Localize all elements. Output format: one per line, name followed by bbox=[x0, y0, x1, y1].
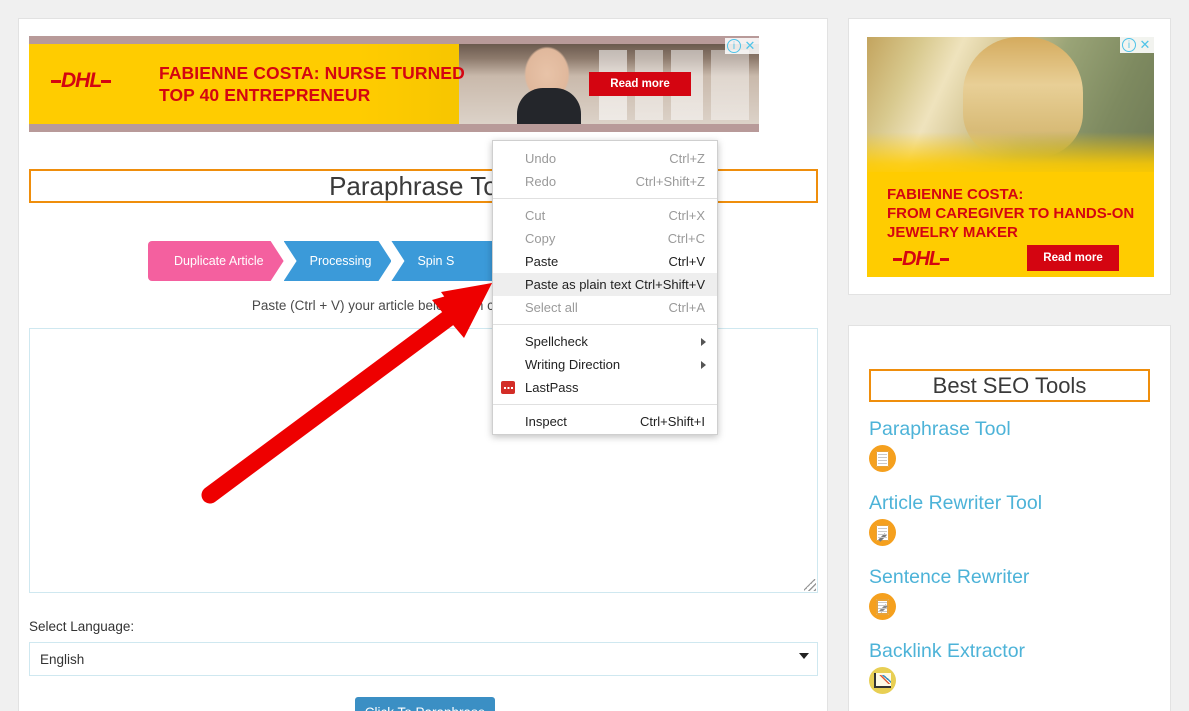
step-label: Duplicate Article bbox=[174, 254, 264, 268]
menu-item-paste[interactable]: Paste Ctrl+V bbox=[493, 250, 717, 273]
dhl-logo-rectangle: DHL bbox=[893, 249, 950, 269]
menu-separator bbox=[493, 324, 717, 325]
rectangle-ad-headline-line3: JEWELRY MAKER bbox=[887, 224, 1018, 241]
menu-item-label: Redo bbox=[525, 174, 557, 189]
sidebar-ad-card: FABIENNE COSTA: FROM CAREGIVER TO HANDS-… bbox=[848, 18, 1171, 295]
rectangle-ad-headline: FABIENNE COSTA: FROM CAREGIVER TO HANDS-… bbox=[887, 185, 1142, 242]
page-title: Paraphrase Tool bbox=[329, 170, 518, 201]
menu-item-lastpass[interactable]: LastPass bbox=[493, 376, 717, 399]
language-label: Select Language: bbox=[29, 619, 135, 634]
rectangle-ad-headline-line2: FROM CAREGIVER TO HANDS-ON bbox=[887, 205, 1135, 222]
menu-item-cut: Cut Ctrl+X bbox=[493, 204, 717, 227]
chevron-right-icon bbox=[701, 338, 706, 346]
info-icon[interactable]: i bbox=[727, 39, 741, 53]
sidebar-item-label[interactable]: Backlink Extractor bbox=[869, 640, 1025, 663]
leaderboard-ad-cta-button[interactable]: Read more bbox=[589, 72, 691, 96]
rectangle-ad-cta-button[interactable]: Read more bbox=[1027, 245, 1119, 271]
rectangle-ad-gradient bbox=[867, 132, 1154, 177]
step-label: Processing bbox=[309, 254, 372, 268]
lastpass-icon bbox=[501, 381, 515, 394]
sidebar-item-article-rewriter-tool[interactable]: Article Rewriter Tool bbox=[869, 492, 1042, 546]
menu-item-accelerator: Ctrl+Shift+I bbox=[639, 414, 705, 429]
menu-item-spellcheck[interactable]: Spellcheck bbox=[493, 330, 717, 353]
dhl-logo-leaderboard: DHL bbox=[51, 70, 112, 91]
menu-item-select-all: Select all Ctrl+A bbox=[493, 296, 717, 319]
menu-item-label: Undo bbox=[525, 151, 557, 166]
menu-item-copy: Copy Ctrl+C bbox=[493, 227, 717, 250]
document-edit-icon bbox=[869, 519, 896, 546]
leaderboard-ad-headline-line2: TOP 40 ENTREPRENEUR bbox=[159, 85, 371, 105]
menu-item-inspect[interactable]: Inspect Ctrl+Shift+I bbox=[493, 410, 717, 433]
menu-item-accelerator: Ctrl+A bbox=[668, 300, 705, 315]
pencil-note-icon bbox=[869, 593, 896, 620]
leaderboard-ad-headline-line1: FABIENNE COSTA: NURSE TURNED bbox=[159, 63, 465, 83]
sidebar-item-sentence-rewriter[interactable]: Sentence Rewriter bbox=[869, 566, 1029, 620]
leaderboard-ad-controls: i ✕ bbox=[725, 38, 759, 54]
menu-item-label: Spellcheck bbox=[525, 334, 588, 349]
close-icon[interactable]: ✕ bbox=[743, 39, 757, 53]
menu-item-undo: Undo Ctrl+Z bbox=[493, 147, 717, 170]
menu-item-label: Paste as plain text bbox=[525, 277, 632, 292]
sidebar-item-backlink-extractor[interactable]: Backlink Extractor bbox=[869, 640, 1025, 694]
menu-item-label: LastPass bbox=[525, 380, 579, 395]
menu-item-paste-as-plain-text[interactable]: Paste as plain text Ctrl+Shift+V bbox=[493, 273, 717, 296]
sidebar-tools-card: Best SEO Tools Paraphrase Tool Article R… bbox=[848, 325, 1171, 711]
step-label: Spin S bbox=[417, 254, 455, 268]
rectangle-ad[interactable]: FABIENNE COSTA: FROM CAREGIVER TO HANDS-… bbox=[867, 37, 1154, 277]
menu-item-accelerator: Ctrl+C bbox=[667, 231, 705, 246]
close-icon[interactable]: ✕ bbox=[1138, 38, 1152, 52]
menu-item-accelerator: Ctrl+Z bbox=[669, 151, 705, 166]
menu-separator bbox=[493, 404, 717, 405]
menu-item-accelerator: Ctrl+Shift+Z bbox=[635, 174, 705, 189]
sidebar-item-label[interactable]: Paraphrase Tool bbox=[869, 418, 1011, 441]
leaderboard-ad-creative[interactable]: DHL FABIENNE COSTA: NURSE TURNED TOP 40 … bbox=[29, 44, 759, 124]
menu-item-accelerator: Ctrl+Shift+V bbox=[634, 277, 705, 292]
document-icon bbox=[869, 445, 896, 472]
menu-separator bbox=[493, 198, 717, 199]
submit-button[interactable]: Click To Paraphrase bbox=[355, 697, 495, 711]
leaderboard-ad-headline: FABIENNE COSTA: NURSE TURNED TOP 40 ENTR… bbox=[159, 62, 479, 106]
context-menu[interactable]: Undo Ctrl+Z Redo Ctrl+Shift+Z Cut Ctrl+X Copy C… bbox=[492, 140, 718, 435]
menu-item-writing-direction[interactable]: Writing Direction bbox=[493, 353, 717, 376]
rectangle-ad-headline-line1: FABIENNE COSTA: bbox=[887, 186, 1024, 203]
menu-item-accelerator: Ctrl+X bbox=[668, 208, 705, 223]
language-select[interactable]: English bbox=[29, 642, 818, 676]
page-root: DHL FABIENNE COSTA: NURSE TURNED TOP 40 … bbox=[0, 0, 1189, 711]
leaderboard-ad[interactable]: DHL FABIENNE COSTA: NURSE TURNED TOP 40 … bbox=[29, 36, 759, 132]
rectangle-ad-controls: i ✕ bbox=[1120, 37, 1154, 53]
menu-item-accelerator: Ctrl+V bbox=[668, 254, 705, 269]
menu-item-label: Inspect bbox=[525, 414, 567, 429]
chart-icon bbox=[869, 667, 896, 694]
chevron-right-icon bbox=[701, 361, 706, 369]
step-processing[interactable]: Processing bbox=[284, 241, 392, 281]
menu-item-label: Select all bbox=[525, 300, 578, 315]
menu-item-label: Writing Direction bbox=[525, 357, 621, 372]
menu-item-redo: Redo Ctrl+Shift+Z bbox=[493, 170, 717, 193]
sidebar-item-label[interactable]: Article Rewriter Tool bbox=[869, 492, 1042, 515]
sidebar-item-label[interactable]: Sentence Rewriter bbox=[869, 566, 1029, 589]
menu-item-label: Cut bbox=[525, 208, 546, 223]
sidebar-title: Best SEO Tools bbox=[869, 369, 1150, 402]
menu-item-label: Paste bbox=[525, 254, 559, 269]
textarea-resize-handle[interactable] bbox=[804, 579, 816, 591]
sidebar-item-paraphrase-tool[interactable]: Paraphrase Tool bbox=[869, 418, 1011, 472]
menu-item-label: Copy bbox=[525, 231, 556, 246]
info-icon[interactable]: i bbox=[1122, 38, 1136, 52]
step-duplicate-article[interactable]: Duplicate Article bbox=[148, 241, 284, 281]
